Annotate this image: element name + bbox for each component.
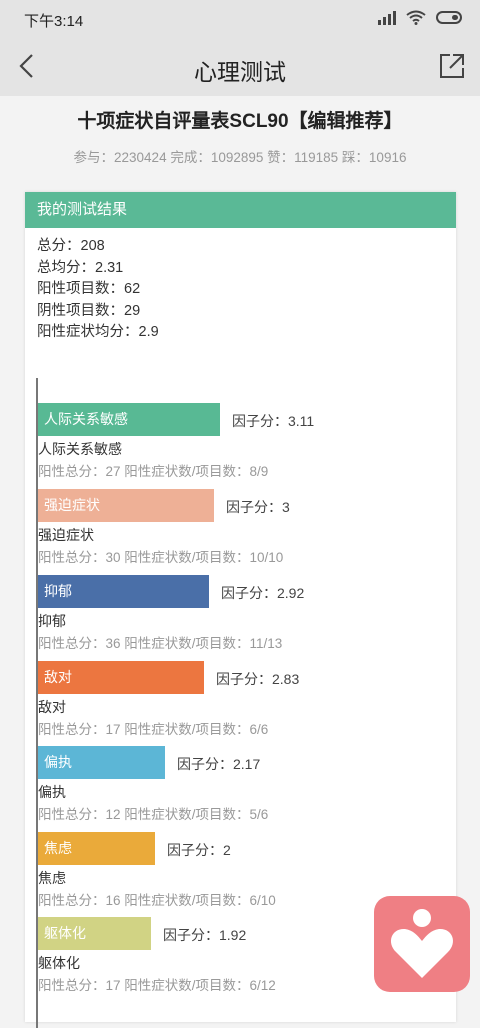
factor-bar: 抑郁 xyxy=(38,575,209,608)
factor-score: 因子分：2.17 xyxy=(177,756,261,772)
factor-detail: 阳性总分：36 阳性症状数/项目数：11/13 xyxy=(38,636,283,651)
total-score: 总分：208 xyxy=(37,238,105,254)
factor-score: 因子分：3 xyxy=(226,499,290,515)
factor-bar: 偏执 xyxy=(38,746,165,779)
battery-icon xyxy=(436,11,462,24)
factor-name: 偏执 xyxy=(38,784,66,800)
factor-score: 因子分：2.92 xyxy=(221,585,305,601)
factor-name: 躯体化 xyxy=(38,955,80,971)
share-icon[interactable] xyxy=(436,50,468,82)
factor-name: 强迫症状 xyxy=(38,527,94,543)
positive-items-count: 阳性项目数：62 xyxy=(37,281,141,297)
status-icons xyxy=(378,10,462,25)
negative-items-count: 阴性项目数：29 xyxy=(37,302,141,319)
factor-score: 因子分：3.11 xyxy=(232,413,315,429)
result-header: 我的测试结果 xyxy=(25,192,456,228)
wifi-icon xyxy=(406,10,426,25)
heart-app-button[interactable] xyxy=(374,896,470,992)
factor-bar-label: 躯体化 xyxy=(44,925,86,941)
factor-bar-label: 强迫症状 xyxy=(44,497,100,513)
average-score: 总均分：2.31 xyxy=(37,259,124,276)
factor-detail: 阳性总分：17 阳性症状数/项目数：6/12 xyxy=(38,978,276,993)
factor-name: 抑郁 xyxy=(38,613,66,629)
result-summary: 总分：208 总均分：2.31 阳性项目数：62 阴性项目数：29 阳性症状均分… xyxy=(37,236,159,344)
factor-name: 敌对 xyxy=(38,699,66,715)
factor-name: 人际关系敏感 xyxy=(38,441,122,457)
nav-bar: 心理测试 xyxy=(0,38,480,96)
factor-bar-label: 焦虑 xyxy=(44,840,72,856)
factor-name: 焦虑 xyxy=(38,870,66,886)
positive-symptom-average: 阳性症状均分：2.9 xyxy=(37,324,159,340)
factor-bar-label: 人际关系敏感 xyxy=(44,411,128,427)
page-title: 心理测试 xyxy=(194,59,286,85)
factor-bar: 躯体化 xyxy=(38,917,151,950)
factor-detail: 阳性总分：16 阳性症状数/项目数：6/10 xyxy=(38,893,276,908)
factor-bar: 敌对 xyxy=(38,661,204,694)
status-bar: 下午3:14 xyxy=(0,0,480,38)
test-stats: 参与：2230424 完成：1092895 赞：119185 踩：10916 xyxy=(73,150,407,165)
factor-score: 因子分：2.83 xyxy=(216,671,300,687)
factor-detail: 阳性总分：30 阳性症状数/项目数：10/10 xyxy=(38,550,284,565)
factor-bar: 焦虑 xyxy=(38,832,155,865)
factor-score: 因子分：2 xyxy=(167,842,231,858)
factor-detail: 阳性总分：12 阳性症状数/项目数：5/6 xyxy=(38,807,269,822)
test-title: 十项症状自评量表SCL90【编辑推荐】 xyxy=(77,111,403,132)
factor-detail: 阳性总分：27 阳性症状数/项目数：8/9 xyxy=(38,464,269,479)
factor-detail: 阳性总分：17 阳性症状数/项目数：6/6 xyxy=(38,722,269,737)
factor-bar-label: 抑郁 xyxy=(44,583,72,599)
factor-bar: 强迫症状 xyxy=(38,489,214,522)
factor-bar-label: 偏执 xyxy=(44,754,72,770)
factor-bar: 人际关系敏感 xyxy=(38,403,220,436)
factor-score: 因子分：1.92 xyxy=(163,927,247,943)
status-time: 下午3:14 xyxy=(24,13,84,30)
heart-person-icon xyxy=(390,909,454,978)
factor-bar-label: 敌对 xyxy=(44,669,72,685)
signal-icon xyxy=(378,10,396,25)
